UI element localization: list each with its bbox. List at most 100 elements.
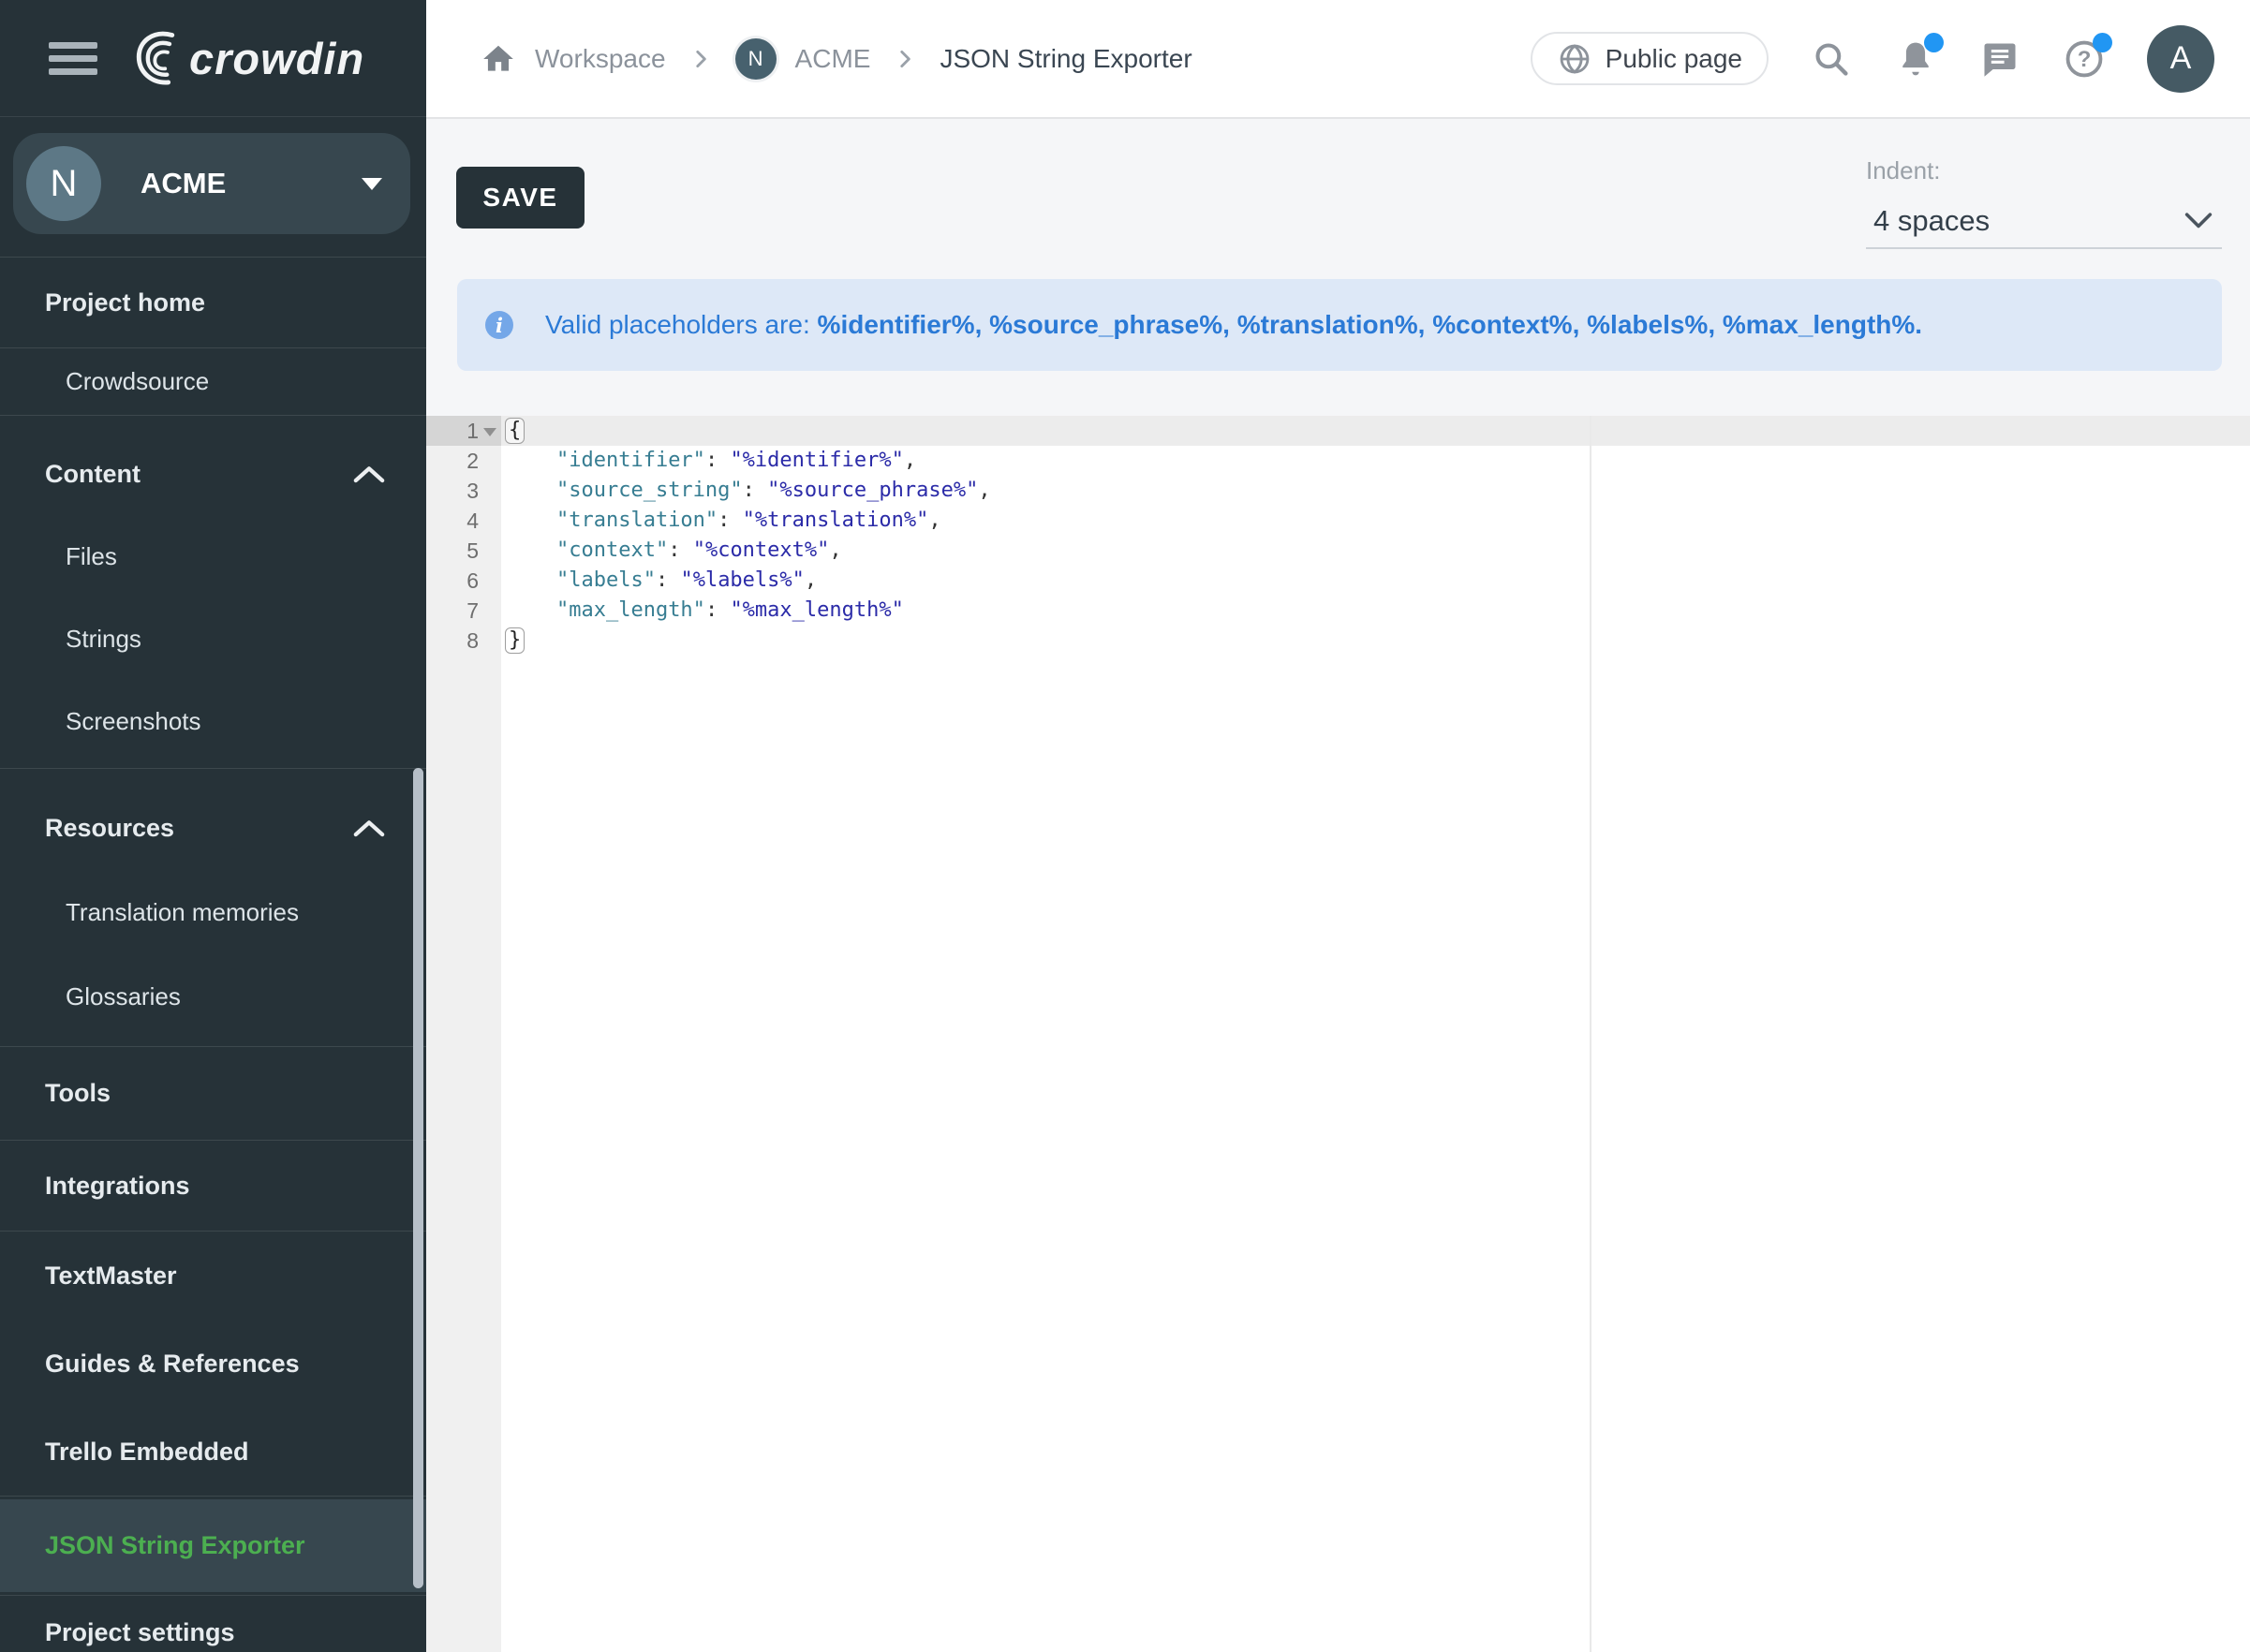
- sidebar-item-json-string-exporter[interactable]: JSON String Exporter: [0, 1499, 426, 1592]
- sidebar-scrollbar[interactable]: [413, 768, 423, 1588]
- code-line[interactable]: "source_string": "%source_phrase%",: [501, 476, 2250, 506]
- sidebar-item-label: Trello Embedded: [45, 1438, 249, 1467]
- bell-icon[interactable]: [1894, 37, 1937, 81]
- code-line[interactable]: }: [501, 626, 2250, 656]
- chevron-right-icon: [688, 47, 713, 71]
- code-line[interactable]: "max_length": "%max_length%": [501, 596, 2250, 626]
- line-number: 6: [426, 566, 501, 596]
- sidebar-item-content[interactable]: Content: [0, 433, 426, 515]
- help-icon[interactable]: ?: [2063, 37, 2106, 81]
- notification-badge: [2093, 33, 2112, 52]
- sidebar-item-textmaster[interactable]: TextMaster: [0, 1232, 426, 1320]
- line-number: 3: [426, 476, 501, 506]
- placeholder-token: %labels%,: [1587, 310, 1715, 339]
- breadcrumb-project-label: ACME: [795, 44, 871, 74]
- sidebar-item-label: Project settings: [45, 1618, 235, 1647]
- sidebar-item-screenshots[interactable]: Screenshots: [0, 680, 426, 762]
- chevron-up-icon: [353, 818, 385, 838]
- chevron-right-icon: [893, 47, 917, 71]
- user-avatar[interactable]: A: [2147, 25, 2214, 93]
- sidebar-item-label: TextMaster: [45, 1261, 177, 1291]
- code-line[interactable]: "labels": "%labels%",: [501, 566, 2250, 596]
- placeholder-token: %source_phrase%,: [989, 310, 1230, 339]
- fold-toggle-icon[interactable]: [483, 428, 496, 436]
- sidebar-item-trello-embedded[interactable]: Trello Embedded: [0, 1408, 426, 1496]
- code-line[interactable]: {: [501, 416, 2250, 446]
- crowdin-logo-icon: [129, 30, 182, 86]
- sidebar-item-label: Screenshots: [66, 707, 201, 736]
- sidebar-item-label: Tools: [45, 1079, 111, 1108]
- code-line[interactable]: "identifier": "%identifier%",: [501, 446, 2250, 476]
- search-icon[interactable]: [1810, 37, 1853, 81]
- notification-badge: [1924, 33, 1944, 52]
- line-number: 1: [426, 416, 501, 446]
- sidebar-item-label: Translation memories: [66, 898, 299, 927]
- line-number: 2: [426, 446, 501, 476]
- header: Workspace N ACME JSON String Exporter Pu…: [426, 0, 2250, 119]
- breadcrumb-project-avatar: N: [735, 38, 777, 80]
- sidebar-item-project-home[interactable]: Project home: [0, 258, 426, 347]
- svg-text:?: ?: [2078, 47, 2092, 72]
- sidebar-item-resources[interactable]: Resources: [0, 786, 426, 870]
- chat-icon[interactable]: [1978, 37, 2021, 81]
- sidebar-group: Project settings: [0, 1595, 426, 1652]
- crowdin-wordmark: crowdin: [189, 33, 364, 84]
- sidebar-item-tools[interactable]: Tools: [0, 1047, 426, 1140]
- sidebar-group: JSON String Exporter: [0, 1496, 426, 1595]
- globe-icon: [1557, 41, 1592, 77]
- code-line[interactable]: "context": "%context%",: [501, 536, 2250, 566]
- indent-label: Indent:: [1866, 156, 2222, 185]
- sidebar-group: TextMaster Guides & References Trello Embe…: [0, 1231, 426, 1496]
- sidebar-item-label: Crowdsource: [66, 367, 209, 396]
- sidebar-item-files[interactable]: Files: [0, 515, 426, 597]
- print-margin: [1590, 416, 1591, 1652]
- main-area: Workspace N ACME JSON String Exporter Pu…: [426, 0, 2250, 1652]
- sidebar-item-label: Files: [66, 542, 117, 571]
- sidebar-item-label: Strings: [66, 625, 141, 654]
- sidebar-item-strings[interactable]: Strings: [0, 597, 426, 680]
- breadcrumb-project[interactable]: N ACME: [735, 38, 871, 80]
- placeholder-token: %identifier%,: [818, 310, 983, 339]
- header-actions: Public page ? A: [1531, 25, 2250, 93]
- public-page-label: Public page: [1606, 44, 1742, 74]
- sidebar-item-label: Integrations: [45, 1172, 190, 1201]
- info-banner-text: Valid placeholders are: %identifier%, %s…: [545, 310, 1922, 340]
- info-icon: i: [485, 311, 513, 339]
- sidebar-item-label: JSON String Exporter: [45, 1531, 305, 1560]
- sidebar-group: Resources Translation memories Glossaries: [0, 768, 426, 1046]
- home-icon: [481, 41, 516, 77]
- page-body: SAVE Indent: 4 spaces i Valid placeholde…: [426, 119, 2250, 1652]
- sidebar-group: Crowdsource: [0, 347, 426, 415]
- indent-control: Indent: 4 spaces: [1866, 156, 2222, 249]
- indent-select[interactable]: 4 spaces: [1866, 195, 2222, 249]
- placeholder-token: %context%,: [1432, 310, 1579, 339]
- breadcrumb-workspace-label: Workspace: [535, 44, 666, 74]
- sidebar-item-label: Content: [45, 460, 141, 489]
- project-selector[interactable]: N ACME: [13, 133, 410, 234]
- sidebar-item-glossaries[interactable]: Glossaries: [0, 954, 426, 1039]
- sidebar-item-label: Glossaries: [66, 982, 181, 1011]
- save-button[interactable]: SAVE: [456, 167, 585, 229]
- sidebar: crowdin N ACME Project home Crowdsource Co…: [0, 0, 426, 1652]
- sidebar-item-project-settings[interactable]: Project settings: [0, 1598, 426, 1652]
- sidebar-group: Project home: [0, 257, 426, 347]
- code-line[interactable]: "translation": "%translation%",: [501, 506, 2250, 536]
- sidebar-item-guides-references[interactable]: Guides & References: [0, 1320, 426, 1408]
- line-number: 7: [426, 596, 501, 626]
- code-editor[interactable]: 12345678 { "identifier": "%identifier%",…: [426, 416, 2250, 1652]
- editor-content[interactable]: { "identifier": "%identifier%", "source_…: [501, 416, 2250, 656]
- breadcrumb-workspace[interactable]: Workspace: [481, 41, 666, 77]
- project-avatar: N: [26, 146, 101, 221]
- sidebar-top: crowdin: [0, 0, 426, 117]
- sidebar-item-label: Project home: [45, 288, 205, 317]
- public-page-button[interactable]: Public page: [1531, 32, 1769, 85]
- sidebar-item-integrations[interactable]: Integrations: [0, 1141, 426, 1231]
- sidebar-item-label: Resources: [45, 814, 174, 843]
- sidebar-nav: Project home Crowdsource Content Files Strin…: [0, 257, 426, 1652]
- sidebar-item-crowdsource[interactable]: Crowdsource: [0, 348, 426, 415]
- menu-icon[interactable]: [49, 42, 97, 75]
- crowdin-app: crowdin N ACME Project home Crowdsource Co…: [0, 0, 2250, 1652]
- sidebar-item-translation-memories[interactable]: Translation memories: [0, 870, 426, 954]
- crowdin-logo[interactable]: crowdin: [129, 30, 364, 86]
- editor-gutter: 12345678: [426, 416, 501, 1652]
